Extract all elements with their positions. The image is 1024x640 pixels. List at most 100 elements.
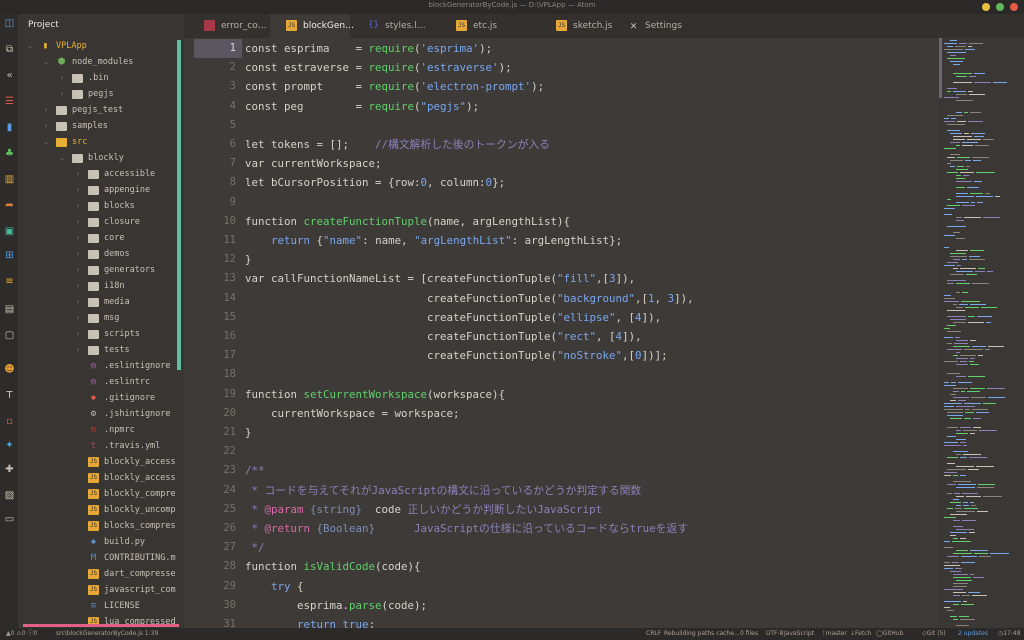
tab-blockgen[interactable]: JS blockGen… xyxy=(270,14,354,38)
tree-item[interactable]: JS blockly_access xyxy=(18,454,178,470)
line-number[interactable]: 26 xyxy=(194,519,242,538)
window-icon[interactable]: ▢ xyxy=(4,330,15,341)
grammar-indicator[interactable]: JavaScript xyxy=(784,628,814,640)
chevron-right-icon[interactable]: › xyxy=(74,246,82,262)
line-number[interactable]: 9 xyxy=(194,193,242,212)
tree-item[interactable]: ⌄ ⬢ node_modules xyxy=(18,54,178,70)
code-line[interactable]: var callFunctionNameList = [createFuncti… xyxy=(245,269,635,288)
share-icon[interactable]: ➦ xyxy=(4,200,15,211)
image-icon[interactable]: ▨ xyxy=(4,490,15,501)
tree-item[interactable]: ⌄ ▮ VPLApp xyxy=(18,38,178,54)
chevron-right-icon[interactable]: › xyxy=(74,278,82,294)
code-line[interactable]: try { xyxy=(245,577,304,596)
chevron-right-icon[interactable]: › xyxy=(74,214,82,230)
tab-settings[interactable]: ✕ Settings xyxy=(612,14,712,38)
code-line[interactable]: } xyxy=(245,250,252,269)
tree-item[interactable]: › accessible xyxy=(18,166,178,182)
selection-count[interactable]: 0 files xyxy=(740,628,758,640)
line-number[interactable]: 30 xyxy=(194,596,242,615)
chevron-right-icon[interactable]: › xyxy=(42,118,50,134)
git-changes-button[interactable]: ◇Git (5) xyxy=(922,628,946,640)
line-number[interactable]: 25 xyxy=(194,500,242,519)
code-line[interactable]: function isValidCode(code){ xyxy=(245,557,421,576)
line-number[interactable]: 31 xyxy=(194,615,242,628)
tree-item[interactable]: JS blockly_uncomp xyxy=(18,502,178,518)
tree-item[interactable]: › pegjs xyxy=(18,86,178,102)
tree-item[interactable]: › media xyxy=(18,294,178,310)
tree-item[interactable]: ⌄ src xyxy=(18,134,178,150)
line-number[interactable]: 13 xyxy=(194,269,242,288)
tree-item[interactable]: › demos xyxy=(18,246,178,262)
square-icon[interactable]: ▫ xyxy=(4,416,15,427)
line-number[interactable]: 23 xyxy=(194,461,242,480)
line-number[interactable]: 18 xyxy=(194,365,242,384)
line-number[interactable]: 5 xyxy=(194,116,242,135)
code-line[interactable]: function setCurrentWorkspace(workspace){ xyxy=(245,385,505,404)
tree-item[interactable]: ⌄ blockly xyxy=(18,150,178,166)
line-number[interactable]: 22 xyxy=(194,442,242,461)
tree-item[interactable]: › pegjs_test xyxy=(18,102,178,118)
code-line[interactable]: return {"name": name, "argLengthList": a… xyxy=(245,231,622,250)
chevron-right-icon[interactable]: › xyxy=(74,166,82,182)
tree-scrollbar[interactable] xyxy=(177,40,181,370)
code-line[interactable]: createFunctionTuple("background",[1, 3])… xyxy=(245,289,694,308)
line-number[interactable]: 3 xyxy=(194,77,242,96)
line-ending-indicator[interactable]: CRLF xyxy=(646,628,661,640)
tree-item[interactable]: › samples xyxy=(18,118,178,134)
tree-item[interactable]: › closure xyxy=(18,214,178,230)
chevron-right-icon[interactable]: › xyxy=(74,326,82,342)
map-icon[interactable]: ▥ xyxy=(4,174,15,185)
list-icon[interactable]: ☰ xyxy=(4,96,15,107)
bookmark-icon[interactable]: ▮ xyxy=(4,122,15,133)
chat-icon[interactable]: ▤ xyxy=(4,304,15,315)
tree-item[interactable]: ◎ .eslintignore xyxy=(18,358,178,374)
encoding-indicator[interactable]: UTF-8 xyxy=(766,628,784,640)
tree-item[interactable]: JS blocks_compres xyxy=(18,518,178,534)
puzzle-icon[interactable]: ✚ xyxy=(4,464,15,475)
line-number[interactable]: 2 xyxy=(194,58,242,77)
chevron-right-icon[interactable]: › xyxy=(74,198,82,214)
line-number[interactable]: 21 xyxy=(194,423,242,442)
tree-item[interactable]: › generators xyxy=(18,262,178,278)
chevron-right-icon[interactable]: › xyxy=(74,262,82,278)
chevron-down-icon[interactable]: ⌄ xyxy=(26,38,34,54)
octocat-icon[interactable]: ☻ xyxy=(4,364,15,375)
line-number[interactable]: 6 xyxy=(194,135,242,154)
tab-styles-l[interactable]: {} styles.l… xyxy=(352,14,438,38)
tree-item[interactable]: ◆ build.py xyxy=(18,534,178,550)
tree-item[interactable]: ◎ .eslintrc xyxy=(18,374,178,390)
line-number[interactable]: 27 xyxy=(194,538,242,557)
maximize-button[interactable] xyxy=(996,3,1004,11)
chevron-right-icon[interactable]: › xyxy=(58,70,66,86)
tree-item[interactable]: › appengine xyxy=(18,182,178,198)
line-number[interactable]: 28 xyxy=(194,557,242,576)
line-number[interactable]: 8 xyxy=(194,173,242,192)
fetch-button[interactable]: ⇣Fetch xyxy=(850,628,871,640)
chevron-right-icon[interactable]: › xyxy=(74,310,82,326)
tree-item[interactable]: JS blockly_access xyxy=(18,470,178,486)
line-number[interactable]: 10 xyxy=(194,212,242,231)
minimap-scrollbar[interactable] xyxy=(939,38,942,98)
tab-error-co[interactable]: error_co… xyxy=(188,14,268,38)
chevron-down-icon[interactable]: ⌄ xyxy=(42,134,50,150)
line-number[interactable]: 4 xyxy=(194,97,242,116)
tree-item[interactable]: JS javascript_com xyxy=(18,582,178,598)
tree-item[interactable]: n .npmrc xyxy=(18,422,178,438)
tab-sketch-js[interactable]: JS sketch.js xyxy=(540,14,612,38)
code-line[interactable]: createFunctionTuple("noStroke",[0])]; xyxy=(245,346,668,365)
chevron-right-icon[interactable]: › xyxy=(42,102,50,118)
line-number[interactable]: 14 xyxy=(194,289,242,308)
minimap[interactable] xyxy=(938,38,1024,628)
tree-item[interactable]: › i18n xyxy=(18,278,178,294)
tree-item[interactable]: JS dart_compresse xyxy=(18,566,178,582)
clock[interactable]: ◷17:48 xyxy=(998,628,1021,640)
code-line[interactable]: * @param {string} code 正しいかどうか判断したいJavaS… xyxy=(245,500,603,519)
tree-item[interactable]: › msg xyxy=(18,310,178,326)
chevron-down-icon[interactable]: ⌄ xyxy=(58,150,66,166)
close-button[interactable] xyxy=(1010,3,1018,11)
back-icon[interactable]: « xyxy=(4,70,15,81)
tree-item[interactable]: ≡ LICENSE xyxy=(18,598,178,614)
chevron-right-icon[interactable]: › xyxy=(74,342,82,358)
tree-item[interactable]: › scripts xyxy=(18,326,178,342)
menu-icon[interactable]: ≡ xyxy=(4,276,15,287)
